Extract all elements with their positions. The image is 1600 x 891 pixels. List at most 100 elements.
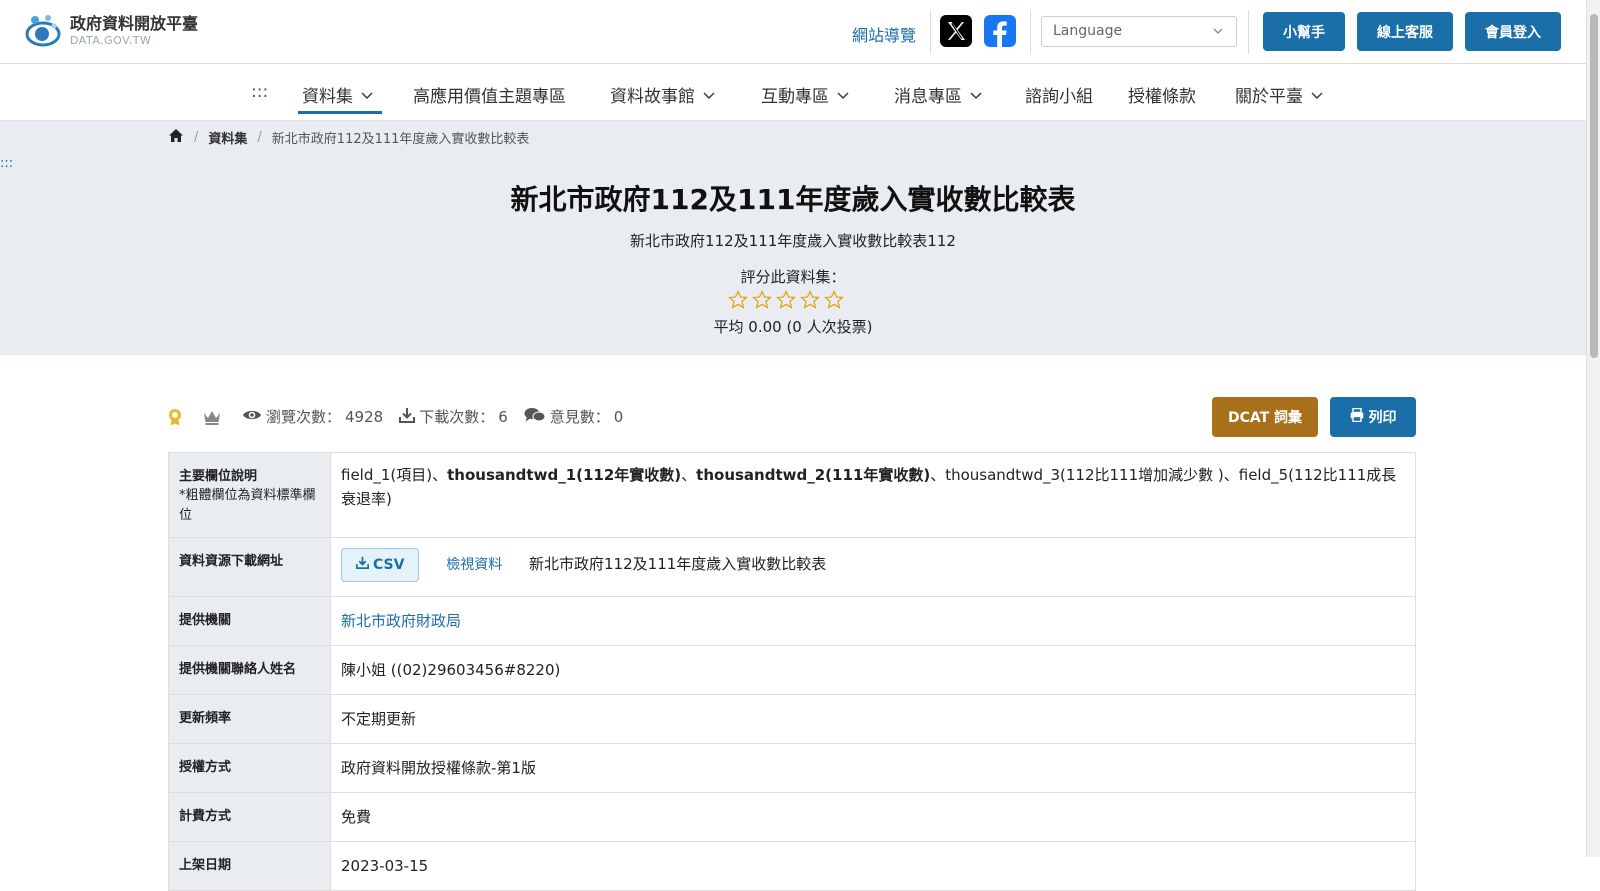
logo-subtitle: DATA.GOV.TW (70, 34, 152, 47)
table-row: 上架日期 2023-03-15 (168, 841, 1416, 891)
contact-label: 提供機關聯絡人姓名 (168, 645, 331, 696)
fields-note: *粗體欄位為資料標準欄位 (179, 488, 316, 523)
nav-label: 消息專區 (894, 87, 962, 107)
print-button[interactable]: 列印 (1330, 397, 1416, 437)
nav-label: 高應用價值主題專區 (413, 87, 566, 107)
csv-label: CSV (373, 557, 405, 573)
top-header: 政府資料開放平臺 DATA.GOV.TW 網站導覽 Language 小幫手 線… (0, 0, 1586, 64)
license-label: 授權方式 (168, 743, 331, 794)
field-standard: thousandtwd_1(112年實收數) (447, 466, 682, 484)
nav-label: 授權條款 (1128, 87, 1196, 107)
online-service-button[interactable]: 線上客服 (1357, 12, 1453, 51)
nav-active-indicator (298, 111, 382, 114)
star-icon[interactable] (775, 289, 797, 313)
chevron-down-icon (837, 85, 849, 105)
print-label: 列印 (1368, 410, 1397, 426)
table-row: 計費方式 免費 (168, 792, 1416, 843)
downloads-label: 下載次數： (419, 408, 495, 426)
eye-icon (242, 408, 266, 426)
license-value: 政府資料開放授權條款-第1版 (330, 743, 1416, 794)
downloads-count: 6 (498, 407, 508, 426)
table-row: 更新頻率 不定期更新 (168, 694, 1416, 745)
logo-icon (24, 12, 62, 50)
agency-label: 提供機關 (168, 596, 331, 647)
chevron-down-icon (970, 85, 982, 105)
helper-button[interactable]: 小幫手 (1263, 12, 1345, 51)
fee-value: 免費 (330, 792, 1416, 843)
printer-icon (1350, 407, 1364, 426)
view-data-link[interactable]: 檢視資料 (446, 557, 502, 573)
rating-stars (727, 289, 845, 313)
page-subtitle: 新北市政府112及111年度歲入實收數比較表112 (630, 232, 956, 250)
chevron-down-icon (703, 85, 715, 105)
rating-average: 平均 0.00 (0 人次投票) (713, 318, 873, 336)
divider (930, 10, 931, 54)
page-title: 新北市政府112及111年度歲入實收數比較表 (510, 183, 1076, 216)
star-icon[interactable] (799, 289, 821, 313)
comments-icon (524, 407, 550, 427)
table-row: 提供機關聯絡人姓名 陳小姐 ((02)29603456#8220) (168, 645, 1416, 696)
download-icon (355, 554, 370, 576)
nav-item-license[interactable]: 授權條款 (1128, 82, 1196, 107)
content-accesskey[interactable]: ::: (0, 156, 13, 171)
table-row: 提供機關 新北市政府財政局 (168, 596, 1416, 647)
scrollbar-thumb[interactable] (1590, 14, 1598, 358)
nav-item-about[interactable]: 關於平臺 (1235, 82, 1323, 107)
nav-accesskey[interactable]: ::: (251, 82, 268, 102)
views-count: 4928 (345, 407, 384, 426)
table-row: 資料資源下載網址 CSV 檢視資料 新北市政府112及111年度歲入實收數比較表 (168, 536, 1416, 598)
field-text: 、 (681, 466, 697, 484)
nav-label: 互動專區 (761, 87, 829, 107)
chevron-down-icon (361, 85, 373, 105)
login-button[interactable]: 會員登入 (1465, 12, 1561, 51)
breadcrumb-separator: / (257, 130, 262, 145)
facebook-icon[interactable] (984, 15, 1016, 47)
contact-value: 陳小姐 ((02)29603456#8220) (330, 645, 1416, 696)
star-icon[interactable] (727, 289, 749, 313)
language-select[interactable]: Language (1041, 16, 1237, 47)
download-icon (399, 407, 419, 427)
nav-item-high-value[interactable]: 高應用價值主題專區 (413, 82, 566, 107)
rating-label: 評分此資料集： (740, 268, 846, 286)
nav-item-news[interactable]: 消息專區 (894, 82, 982, 107)
comments-label: 意見數： (549, 408, 610, 426)
chevron-down-icon (1311, 85, 1323, 105)
nav-item-interactive[interactable]: 互動專區 (761, 82, 849, 107)
csv-download-button[interactable]: CSV (341, 548, 420, 583)
fee-label: 計費方式 (168, 792, 331, 843)
comments-count: 0 (613, 407, 624, 426)
crown-icon (202, 409, 226, 425)
star-icon[interactable] (751, 289, 773, 313)
fields-label: 主要欄位說明 (179, 469, 258, 484)
agency-link[interactable]: 新北市政府財政局 (341, 612, 461, 630)
main-nav: ::: 資料集 高應用價值主題專區 資料故事館 互動專區 消息專區 諮詢小組 授… (0, 64, 1586, 121)
dcat-button[interactable]: DCAT 詞彙 (1212, 397, 1318, 437)
nav-item-datasets[interactable]: 資料集 (302, 82, 373, 107)
table-row: 授權方式 政府資料開放授權條款-第1版 (168, 743, 1416, 794)
star-icon[interactable] (823, 289, 845, 313)
dataset-metadata-table: 主要欄位說明 *粗體欄位為資料標準欄位 field_1(項目)、thousand… (168, 452, 1416, 891)
medal-icon (168, 408, 186, 426)
divider (1248, 10, 1249, 54)
nav-label: 關於平臺 (1235, 87, 1303, 107)
chevron-down-icon (1212, 25, 1224, 41)
sitemap-link[interactable]: 網站導覽 (852, 22, 916, 46)
nav-item-stories[interactable]: 資料故事館 (610, 82, 715, 107)
logo-title: 政府資料開放平臺 (70, 14, 199, 33)
site-logo[interactable]: 政府資料開放平臺 DATA.GOV.TW (24, 12, 198, 50)
x-twitter-icon[interactable] (940, 15, 972, 47)
field-standard: thousandtwd_2(111年實收數) (696, 466, 931, 484)
breadcrumb-datasets[interactable]: 資料集 (208, 128, 247, 147)
dataset-stats: 瀏覽次數： 4928 下載次數： 6 意見數： 0 (168, 406, 639, 427)
breadcrumb: / 資料集 / 新北市政府112及111年度歲入實收數比較表 (168, 128, 529, 147)
table-row: 主要欄位說明 *粗體欄位為資料標準欄位 field_1(項目)、thousand… (168, 452, 1416, 538)
language-placeholder: Language (1053, 23, 1123, 39)
nav-item-advisory[interactable]: 諮詢小組 (1025, 82, 1093, 107)
breadcrumb-separator: / (194, 130, 199, 145)
field-text: field_1(項目)、 (341, 466, 448, 484)
nav-label: 諮詢小組 (1025, 87, 1093, 107)
page-scrollbar[interactable] (1586, 0, 1600, 857)
nav-label: 資料集 (302, 87, 353, 107)
nav-label: 資料故事館 (610, 87, 695, 107)
home-icon[interactable] (168, 128, 184, 147)
